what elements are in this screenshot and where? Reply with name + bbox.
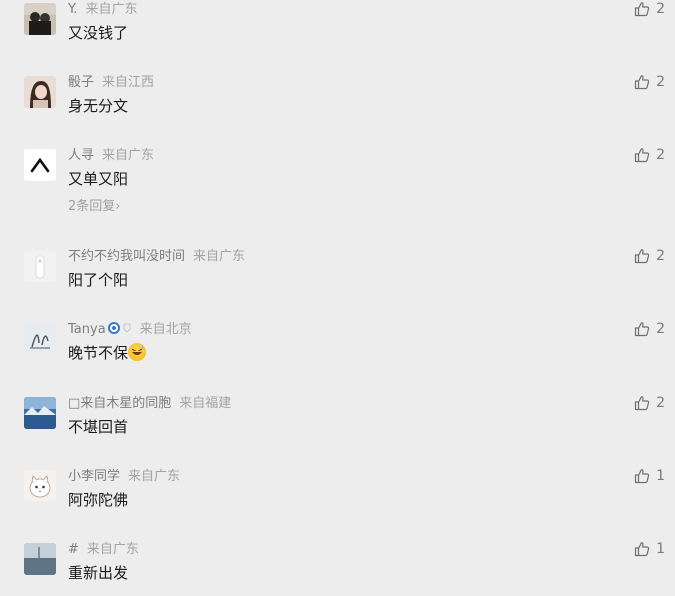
thumbs-up-icon — [634, 396, 650, 411]
user-name[interactable]: 骰子 — [68, 75, 94, 90]
comment-meta: 不约不约我叫没时间 来自广东 — [68, 248, 245, 266]
user-name[interactable]: 不约不约我叫没时间 — [68, 249, 185, 264]
avatar-photo-girl — [24, 76, 56, 108]
comment-meta: Y. 来自广东 — [68, 1, 137, 19]
user-location: 来自江西 — [102, 75, 155, 90]
avatar-white-object — [24, 250, 56, 282]
comment-text: 晚节不保 — [68, 342, 147, 364]
avatar-seascape — [24, 543, 56, 575]
avatar[interactable] — [24, 397, 56, 429]
thumbs-up-icon — [634, 75, 650, 90]
like-button[interactable]: 2 — [634, 247, 665, 265]
comment-meta: □来自木星的同胞 来自福建 — [68, 395, 231, 413]
like-count: 2 — [656, 321, 665, 337]
like-button[interactable]: 1 — [634, 540, 665, 558]
like-count: 1 — [656, 468, 665, 484]
avatar[interactable] — [24, 250, 56, 282]
comment-list: Y. 来自广东 又没钱了 2 骰子 来自江西 身无分文 2 人寻 来自广东 又单… — [0, 0, 675, 596]
like-button[interactable]: 2 — [634, 73, 665, 91]
user-name[interactable]: 人寻 — [68, 148, 94, 163]
thumbs-up-icon — [634, 148, 650, 163]
like-button[interactable]: 2 — [634, 146, 665, 164]
level-badge-icon — [123, 323, 131, 333]
avatar[interactable] — [24, 543, 56, 575]
avatar[interactable] — [24, 76, 56, 108]
avatar-photo-couple — [24, 3, 56, 35]
verified-badge-icon — [107, 322, 120, 334]
user-location: 来自广东 — [85, 2, 138, 17]
user-name[interactable]: Y. — [68, 2, 77, 17]
grinning-sweat-emoji-icon — [128, 343, 147, 361]
like-count: 2 — [656, 1, 665, 17]
comment-meta: 骰子 来自江西 — [68, 74, 154, 92]
like-count: 2 — [656, 74, 665, 90]
thumbs-up-icon — [634, 249, 650, 264]
user-location: 来自福建 — [179, 396, 232, 411]
user-location: 来自广东 — [128, 469, 181, 484]
avatar[interactable] — [24, 149, 56, 181]
comment-text: 不堪回首 — [68, 418, 129, 436]
user-name[interactable]: 小李同学 — [68, 469, 120, 484]
avatar[interactable] — [24, 470, 56, 502]
user-location: 来自广东 — [102, 148, 155, 163]
avatar[interactable] — [24, 323, 56, 355]
comment-meta: 小李同学 来自广东 — [68, 468, 180, 486]
like-button[interactable]: 1 — [634, 467, 665, 485]
avatar-sketch — [24, 323, 56, 355]
user-name[interactable]: Tanya — [68, 322, 106, 337]
avatar-cartoon-cat — [24, 470, 56, 502]
user-name[interactable]: # — [68, 542, 79, 557]
avatar[interactable] — [24, 3, 56, 35]
like-count: 2 — [656, 147, 665, 163]
user-location: 来自北京 — [139, 322, 192, 337]
comment-text-body: 晚节不保 — [68, 344, 129, 362]
view-replies-link[interactable]: 2条回复› — [68, 198, 120, 216]
comment-text: 又没钱了 — [68, 24, 129, 42]
avatar-caret-logo — [24, 149, 56, 181]
comment-text: 阿弥陀佛 — [68, 491, 129, 509]
user-location: 来自广东 — [86, 542, 139, 557]
comment-text: 重新出发 — [68, 564, 129, 582]
like-count: 2 — [656, 248, 665, 264]
comment-text: 阳了个阳 — [68, 271, 129, 289]
avatar-mountain-sea — [24, 397, 56, 429]
thumbs-up-icon — [634, 322, 650, 337]
like-count: 2 — [656, 395, 665, 411]
comment-meta: Tanya 来自北京 — [68, 321, 192, 339]
user-location: 来自广东 — [193, 249, 246, 264]
comment-meta: 人寻 来自广东 — [68, 147, 154, 165]
like-count: 1 — [656, 541, 665, 557]
thumbs-up-icon — [634, 2, 650, 17]
comment-text: 又单又阳 — [68, 170, 129, 188]
user-name[interactable]: □来自木星的同胞 — [68, 396, 171, 411]
like-button[interactable]: 2 — [634, 320, 665, 338]
comment-text: 身无分文 — [68, 97, 129, 115]
like-button[interactable]: 2 — [634, 394, 665, 412]
comment-meta: # 来自广东 — [68, 541, 139, 559]
thumbs-up-icon — [634, 469, 650, 484]
like-button[interactable]: 2 — [634, 0, 665, 18]
thumbs-up-icon — [634, 542, 650, 557]
